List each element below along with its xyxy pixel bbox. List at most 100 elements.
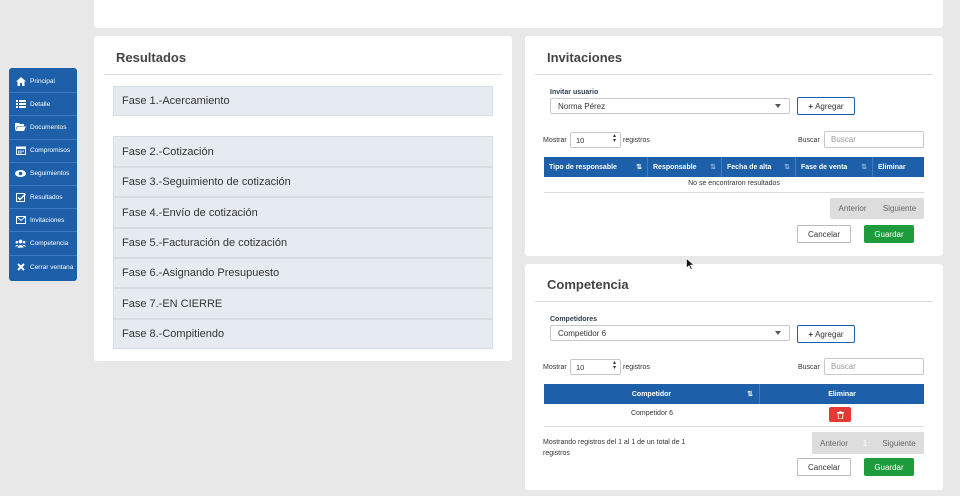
sidebar-item-label: Compromisos: [30, 147, 71, 155]
folder-icon: [15, 123, 26, 132]
competencia-panel: Competencia Competidores Competidor 6 + A…: [525, 264, 943, 490]
phase-2[interactable]: Fase 2.-Cotización: [113, 136, 493, 167]
col-eliminar: Eliminar: [828, 390, 856, 398]
sort-icon: ⇅: [861, 164, 867, 171]
divider: [535, 301, 933, 302]
sidebar: Principal Detalle Documentos Compromisos…: [9, 68, 77, 281]
current-page[interactable]: 1: [856, 432, 874, 454]
sidebar-item-seguimientos[interactable]: Seguimientos: [9, 163, 77, 186]
competitor-select[interactable]: Competidor 6: [550, 325, 790, 341]
table-bottom-border: [544, 192, 924, 193]
resultados-title: Resultados: [116, 50, 187, 65]
table-row-competidor: Competidor 6: [630, 410, 674, 417]
sidebar-item-principal[interactable]: Principal: [9, 70, 77, 94]
invitaciones-pagination: Anterior Siguiente: [830, 198, 924, 219]
sort-icon: ⇅: [784, 164, 790, 171]
sidebar-item-label: Documentos: [30, 123, 67, 131]
competitor-value: Competidor 6: [558, 328, 607, 338]
top-bar: [94, 0, 943, 28]
resultados-panel: Resultados Fase 1.-Acercamiento Fase 2.-…: [94, 36, 512, 361]
table-bottom-border: [544, 426, 924, 427]
list-icon: [15, 100, 26, 109]
home-icon: [15, 76, 26, 86]
search-input[interactable]: Buscar: [824, 131, 924, 148]
cancel-button[interactable]: Cancelar: [797, 458, 851, 476]
sidebar-item-label: Cerrar ventana: [30, 263, 74, 271]
divider: [104, 74, 502, 75]
sidebar-item-resultados[interactable]: Resultados: [9, 186, 77, 210]
phase-1[interactable]: Fase 1.-Acercamiento: [113, 86, 493, 116]
col-fecha-alta[interactable]: Fecha de alta ⇅: [722, 157, 796, 177]
close-icon: [15, 263, 26, 272]
sidebar-item-label: Competencia: [30, 239, 69, 247]
next-page-button[interactable]: Siguiente: [875, 198, 924, 219]
users-icon: [15, 239, 26, 248]
add-competitor-button[interactable]: + Agregar: [797, 325, 855, 343]
sidebar-item-detalle[interactable]: Detalle: [9, 93, 77, 117]
envelope-icon: [15, 216, 26, 225]
col-responsable[interactable]: Responsable ⇅: [648, 157, 722, 177]
prev-page-button[interactable]: Anterior: [812, 432, 856, 454]
sidebar-item-label: Resultados: [30, 193, 63, 201]
next-page-button[interactable]: Siguiente: [874, 432, 924, 454]
col-fase-venta[interactable]: Fase de venta ⇅: [796, 157, 873, 177]
competencia-title: Competencia: [547, 277, 629, 292]
page-size-select[interactable]: 10 ▴ ▾: [570, 359, 621, 375]
checkbox-icon: [15, 192, 26, 202]
invitaciones-title: Invitaciones: [547, 50, 623, 65]
stepper-icon: ▴ ▾: [612, 360, 616, 371]
records-label: registros: [623, 364, 650, 371]
phase-5[interactable]: Fase 5.-Facturación de cotización: [113, 228, 493, 258]
invite-user-value: Norma Pérez: [558, 101, 606, 111]
competitors-label: Competidores: [550, 316, 598, 323]
mouse-cursor-icon: [686, 258, 695, 270]
phase-7[interactable]: Fase 7.-EN CIERRE: [113, 288, 493, 319]
prev-page-button[interactable]: Anterior: [830, 198, 875, 219]
phase-3[interactable]: Fase 3.-Seguimiento de cotización: [113, 167, 493, 197]
invite-user-select[interactable]: Norma Pérez: [550, 98, 790, 114]
sidebar-item-compromisos[interactable]: Compromisos: [9, 140, 77, 163]
page-size-select[interactable]: 10 ▴ ▾: [570, 132, 621, 148]
records-label: registros: [623, 137, 650, 144]
save-button[interactable]: Guardar: [864, 458, 914, 476]
sidebar-item-label: Detalle: [30, 100, 51, 108]
competencia-pagination: Anterior 1 Siguiente: [812, 432, 924, 454]
plus-icon: +: [808, 329, 814, 339]
sidebar-item-label: Invitaciones: [30, 216, 65, 224]
delete-button[interactable]: [829, 407, 851, 422]
sidebar-item-documentos[interactable]: Documentos: [9, 116, 77, 140]
sort-icon: ⇅: [636, 164, 642, 171]
stepper-icon: ▴ ▾: [612, 133, 616, 144]
competencia-table-header: Competidor ⇅ Eliminar: [544, 384, 924, 404]
trash-icon: [836, 410, 844, 419]
col-eliminar: Eliminar: [878, 163, 906, 171]
sort-icon: ⇅: [710, 164, 716, 171]
chevron-down-icon: [775, 104, 781, 108]
calendar-icon: [15, 146, 26, 156]
phase-6[interactable]: Fase 6.-Asignando Presupuesto: [113, 258, 493, 288]
save-button[interactable]: Guardar: [864, 225, 914, 243]
sort-icon: ⇅: [747, 391, 753, 398]
empty-message: No se encontraron resultados: [688, 180, 780, 187]
phase-4[interactable]: Fase 4.-Envío de cotización: [113, 197, 493, 228]
invitaciones-panel: Invitaciones Invitar usuario Norma Pérez…: [525, 36, 943, 256]
search-input[interactable]: Buscar: [824, 358, 924, 375]
show-label: Mostrar: [543, 364, 567, 371]
add-invite-button[interactable]: + Agregar: [797, 97, 855, 115]
chevron-down-icon: [775, 331, 781, 335]
divider: [535, 74, 933, 75]
sidebar-item-competencia[interactable]: Competencia: [9, 232, 77, 256]
col-competidor[interactable]: Competidor ⇅: [544, 384, 760, 404]
plus-icon: +: [808, 101, 814, 111]
search-label: Buscar: [798, 364, 820, 371]
sidebar-item-invitaciones[interactable]: Invitaciones: [9, 209, 77, 233]
col-tipo-responsable[interactable]: Tipo de responsable ⇅: [544, 157, 648, 177]
sidebar-item-cerrar-ventana[interactable]: Cerrar ventana: [9, 256, 77, 279]
eye-icon: [15, 169, 26, 178]
table-info: Mostrando registros del 1 al 1 de un tot…: [543, 439, 686, 457]
invite-user-label: Invitar usuario: [550, 89, 599, 96]
phase-8[interactable]: Fase 8.-Compitiendo: [113, 319, 493, 349]
cancel-button[interactable]: Cancelar: [797, 225, 851, 243]
sidebar-item-label: Principal: [30, 77, 55, 85]
invitaciones-table-header: Tipo de responsable ⇅ Responsable ⇅ Fecha …: [544, 157, 924, 177]
